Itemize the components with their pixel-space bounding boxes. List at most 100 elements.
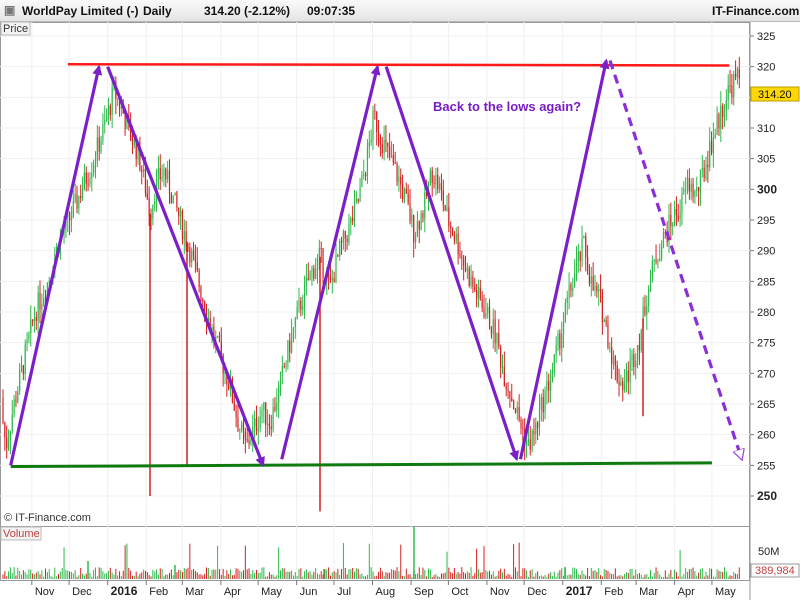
candle-body <box>196 262 198 271</box>
candle-body <box>4 422 6 438</box>
candle-body <box>416 221 418 236</box>
candle-body <box>70 217 73 221</box>
y-tick-label: 300 <box>757 182 777 196</box>
candle-body <box>625 370 628 384</box>
candle-body <box>731 85 733 98</box>
candle-body <box>146 192 148 199</box>
candle-body <box>659 258 661 262</box>
candle-body <box>520 419 522 429</box>
x-tick-label: Aug <box>376 586 396 598</box>
candle-body <box>481 299 483 309</box>
candle-body <box>470 276 472 286</box>
candle-body <box>616 365 618 382</box>
candle-body <box>85 172 87 184</box>
candle-body <box>439 183 441 190</box>
candle-body <box>577 251 579 262</box>
candle-body <box>168 170 171 195</box>
x-tick-label: Nov <box>490 586 510 598</box>
x-tick-label: Jun <box>300 586 318 598</box>
candle-body <box>287 340 289 364</box>
candle-body <box>696 187 698 192</box>
candle-body <box>498 333 500 347</box>
volume-last-value: 389,984 <box>755 565 795 577</box>
candle-body <box>292 327 295 334</box>
candle-body <box>254 418 256 427</box>
candle-body <box>590 276 592 284</box>
y-tick-label: 320 <box>757 62 775 74</box>
copyright-label: © IT-Finance.com <box>4 512 91 524</box>
candle-body <box>733 74 735 98</box>
candle-body <box>30 319 32 334</box>
candle-body <box>446 207 448 211</box>
candle-body <box>722 105 724 117</box>
candle-body <box>727 85 729 101</box>
candle-body <box>653 259 655 261</box>
candle-body <box>281 366 283 374</box>
candle-body <box>357 198 359 202</box>
candle-body <box>313 268 315 279</box>
candle-body <box>442 190 444 206</box>
candle-body <box>131 140 134 145</box>
candle-body <box>376 111 378 132</box>
candle-body <box>709 141 711 168</box>
candle-body <box>479 287 481 300</box>
candle-body <box>559 333 561 349</box>
candle-body <box>337 255 339 257</box>
candle-body <box>546 380 548 391</box>
candle-body <box>516 406 518 413</box>
x-tick-label: Nov <box>35 586 55 598</box>
candle-body <box>720 105 722 129</box>
candle-body <box>272 406 274 429</box>
candle-body <box>353 201 356 221</box>
candle-body <box>683 189 685 193</box>
candle-body <box>592 276 594 291</box>
candle-body <box>283 366 285 368</box>
candle-body <box>159 168 161 180</box>
y-tick-label: 295 <box>757 215 775 227</box>
candle-body <box>514 408 517 413</box>
candle-body <box>372 110 374 140</box>
candle-body <box>699 169 702 192</box>
candle-body <box>716 114 718 135</box>
candle-body <box>583 236 585 239</box>
candle-body <box>340 240 343 243</box>
x-tick-label: Dec <box>527 586 547 598</box>
candle-body <box>302 306 304 310</box>
candle-body <box>83 172 85 190</box>
y-axis: 3253203153103053002952902852802752702652… <box>750 31 777 503</box>
x-tick-label: Apr <box>224 586 241 598</box>
candle-body <box>431 170 433 183</box>
candle-body <box>318 247 320 258</box>
candle-body <box>24 344 26 374</box>
candle-body <box>91 173 93 179</box>
candle-body <box>78 196 80 209</box>
candle-body <box>405 189 407 194</box>
candle-body <box>657 261 659 263</box>
candle-body <box>43 298 45 305</box>
candle-body <box>235 410 237 418</box>
candle-body <box>575 261 578 274</box>
candle-body <box>329 275 332 280</box>
candle-body <box>276 402 278 411</box>
candle-body <box>32 319 34 322</box>
candle-body <box>109 105 111 115</box>
candle-body <box>87 183 89 185</box>
candle-body <box>562 321 565 334</box>
candle-body <box>542 397 544 413</box>
x-tick-label: 2016 <box>111 584 138 598</box>
volume-axis-label: 50M <box>758 546 779 558</box>
candle-body <box>311 268 313 272</box>
candle-body <box>646 306 648 315</box>
x-tick-label: Mar <box>639 586 658 598</box>
x-tick-label: Mar <box>185 586 204 598</box>
candle-body <box>28 333 30 340</box>
candle-body <box>161 176 163 180</box>
price-chart: 3253203153103053002952902852802752702652… <box>0 21 800 600</box>
candle-body <box>585 236 587 258</box>
price-label: Price <box>3 23 28 35</box>
candle-body <box>648 289 650 307</box>
candle-body <box>605 319 607 324</box>
candle-body <box>513 400 515 409</box>
candle-body <box>307 277 309 281</box>
candle-body <box>400 176 402 185</box>
